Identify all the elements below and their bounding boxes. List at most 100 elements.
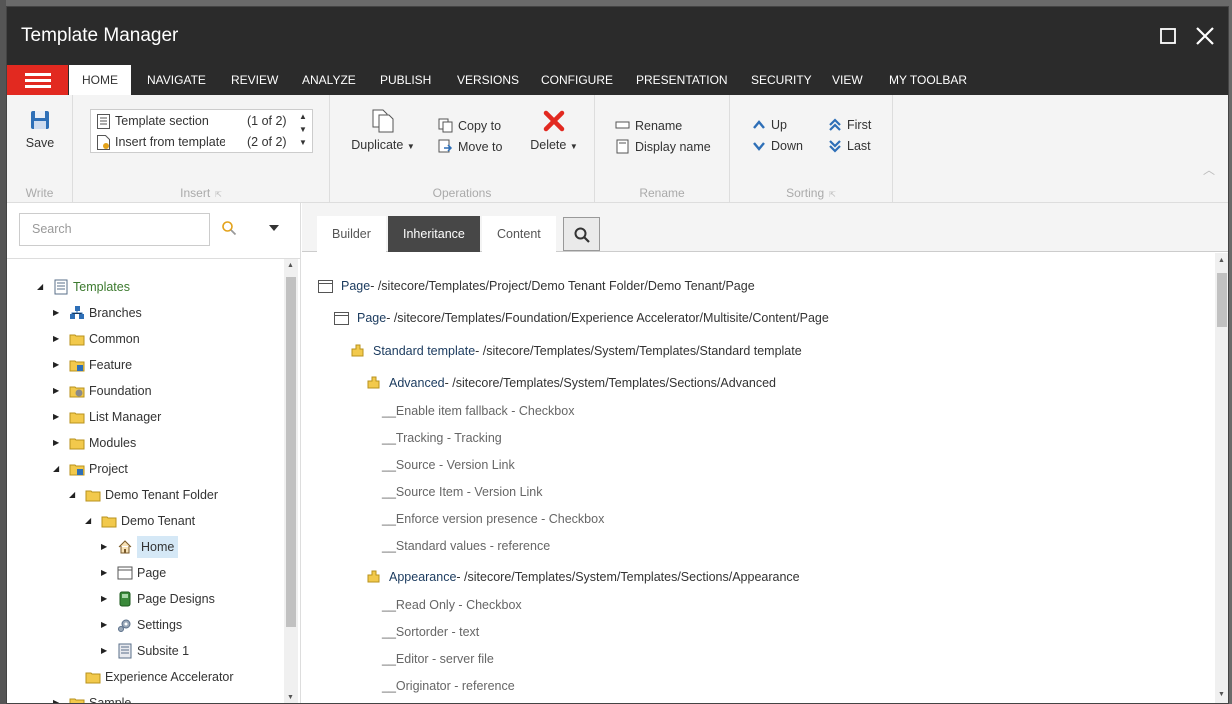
field-row[interactable]: __Standard values - reference — [382, 539, 550, 553]
search-button[interactable] — [221, 220, 237, 239]
tree-item-page-designs[interactable]: ▶ Page Designs — [101, 588, 215, 610]
insert-from-template[interactable]: Insert from template (2 of 2) — [91, 132, 291, 153]
hamburger-icon-bar — [25, 79, 51, 82]
gallery-up-icon[interactable]: ▲ — [296, 112, 310, 125]
field-row[interactable]: __Editor - server file — [382, 652, 494, 666]
tab-presentation[interactable]: PRESENTATION — [623, 65, 741, 95]
tab-configure[interactable]: CONFIGURE — [528, 65, 626, 95]
field-row[interactable]: __Source Item - Version Link — [382, 485, 543, 499]
scroll-thumb[interactable] — [286, 277, 296, 627]
move-to-button[interactable]: Move to — [438, 139, 502, 154]
inheritance-template-row[interactable]: Standard template - /sitecore/Templates/… — [350, 343, 802, 358]
tab-review[interactable]: REVIEW — [218, 65, 291, 95]
content-scrollbar[interactable]: ▲ ▼ — [1215, 253, 1228, 703]
field-row[interactable]: __Source - Version Link — [382, 458, 515, 472]
tree-item-demo-tenant-folder[interactable]: ◢ Demo Tenant Folder — [69, 484, 218, 506]
tab-publish[interactable]: PUBLISH — [367, 65, 444, 95]
expand-icon[interactable]: ▶ — [101, 640, 111, 662]
rename-button[interactable]: Rename — [615, 118, 682, 133]
collapse-icon[interactable]: ◢ — [85, 510, 95, 532]
scroll-down-icon[interactable]: ▼ — [287, 694, 294, 701]
expand-icon[interactable]: ▶ — [53, 354, 63, 376]
tree-item-sample[interactable]: ▶ Sample — [53, 692, 131, 703]
collapse-icon[interactable]: ◢ — [69, 484, 79, 506]
gallery-expand-icon[interactable]: ▼ — [296, 138, 310, 151]
search-options-dropdown[interactable] — [269, 225, 279, 231]
scroll-down-icon[interactable]: ▼ — [1218, 691, 1225, 698]
expand-icon[interactable]: ▶ — [101, 562, 111, 584]
tree-item-common[interactable]: ▶ Common — [53, 328, 140, 350]
expand-icon[interactable]: ▶ — [53, 406, 63, 428]
inheritance-template-row[interactable]: Page - /sitecore/Templates/Project/Demo … — [318, 279, 755, 293]
scroll-up-icon[interactable]: ▲ — [287, 262, 294, 269]
expand-icon[interactable]: ▶ — [101, 536, 111, 558]
tree-item-foundation[interactable]: ▶ Foundation — [53, 380, 152, 402]
maximize-button[interactable] — [1157, 24, 1181, 48]
sort-down-button[interactable]: Down — [752, 139, 803, 153]
dialog-launcher-icon[interactable]: ⇱ — [829, 190, 836, 199]
scroll-thumb[interactable] — [1217, 273, 1227, 327]
field-row[interactable]: __Originator - reference — [382, 679, 515, 693]
display-name-button[interactable]: Display name — [615, 139, 711, 154]
field-row[interactable]: __Enforce version presence - Checkbox — [382, 512, 604, 526]
tab-navigate[interactable]: NAVIGATE — [134, 65, 219, 95]
tree-item-settings[interactable]: ▶ Settings — [101, 614, 182, 636]
tab-content[interactable]: Content — [482, 216, 556, 252]
tree-item-templates[interactable]: ◢ Templates — [37, 276, 130, 298]
tab-home[interactable]: HOME — [69, 65, 131, 95]
search-tab-button[interactable] — [563, 217, 600, 251]
sort-up-button[interactable]: Up — [752, 118, 787, 132]
tree-item-subsite-1[interactable]: ▶ Subsite 1 — [101, 640, 189, 662]
expand-icon[interactable]: ▶ — [53, 692, 63, 703]
close-button[interactable] — [1193, 24, 1217, 48]
tab-security[interactable]: SECURITY — [738, 65, 825, 95]
field-row[interactable]: __Enable item fallback - Checkbox — [382, 404, 574, 418]
tree-item-home[interactable]: ▶ Home — [101, 536, 179, 558]
tree-item-modules[interactable]: ▶ Modules — [53, 432, 136, 454]
insert-template-section[interactable]: Template section (1 of 2) — [91, 111, 291, 132]
inheritance-template-row[interactable]: Page - /sitecore/Templates/Foundation/Ex… — [334, 311, 829, 325]
tree-item-experience-accelerator[interactable]: Experience Accelerator — [69, 666, 234, 688]
tab-builder[interactable]: Builder — [317, 216, 386, 252]
tree-item-demo-tenant[interactable]: ◢ Demo Tenant — [85, 510, 195, 532]
field-row[interactable]: __Sortorder - text — [382, 625, 479, 639]
scroll-up-icon[interactable]: ▲ — [1218, 257, 1225, 264]
tab-versions[interactable]: VERSIONS — [444, 65, 532, 95]
tree-scrollbar[interactable]: ▲ ▼ — [284, 259, 298, 703]
save-button[interactable]: Save — [21, 109, 59, 150]
tree-item-project[interactable]: ◢ Project — [53, 458, 128, 480]
expand-icon[interactable]: ▶ — [53, 302, 63, 324]
inheritance-section-row[interactable]: Appearance - /sitecore/Templates/System/… — [366, 569, 800, 584]
collapse-ribbon-icon[interactable]: ︿ — [1203, 161, 1215, 178]
expand-icon[interactable]: ▶ — [53, 380, 63, 402]
copy-to-button[interactable]: Copy to — [438, 118, 501, 133]
tab-view[interactable]: VIEW — [819, 65, 876, 95]
dialog-launcher-icon[interactable]: ⇱ — [215, 190, 222, 199]
tree-item-page[interactable]: ▶ Page — [101, 562, 166, 584]
expand-icon[interactable]: ▶ — [101, 588, 111, 610]
main-menu-button[interactable] — [7, 65, 68, 95]
expand-icon[interactable]: ▶ — [53, 328, 63, 350]
tree-item-feature[interactable]: ▶ Feature — [53, 354, 132, 376]
delete-button[interactable]: Delete ▼ — [527, 109, 581, 152]
tab-my-toolbar[interactable]: MY TOOLBAR — [876, 65, 980, 95]
expand-icon[interactable]: ▶ — [101, 614, 111, 636]
search-input[interactable]: Search — [19, 213, 210, 246]
sorting-group-label: Sorting — [786, 186, 825, 200]
field-row[interactable]: __Tracking - Tracking — [382, 431, 502, 445]
sort-first-button[interactable]: First — [828, 118, 871, 132]
section-icon — [367, 570, 380, 583]
inheritance-section-row[interactable]: Advanced - /sitecore/Templates/System/Te… — [366, 375, 776, 390]
collapse-icon[interactable]: ◢ — [37, 276, 47, 298]
field-row[interactable]: __Read Only - Checkbox — [382, 598, 522, 612]
tab-inheritance[interactable]: Inheritance — [388, 216, 480, 252]
duplicate-button[interactable]: Duplicate ▼ — [348, 109, 418, 152]
gallery-down-icon[interactable]: ▼ — [296, 125, 310, 138]
tree-item-list-manager[interactable]: ▶ List Manager — [53, 406, 161, 428]
tab-analyze[interactable]: ANALYZE — [289, 65, 369, 95]
tree-item-label: Page Designs — [137, 592, 215, 606]
collapse-icon[interactable]: ◢ — [53, 458, 63, 480]
sort-last-button[interactable]: Last — [828, 139, 871, 153]
tree-item-branches[interactable]: ▶ Branches — [53, 302, 142, 324]
expand-icon[interactable]: ▶ — [53, 432, 63, 454]
